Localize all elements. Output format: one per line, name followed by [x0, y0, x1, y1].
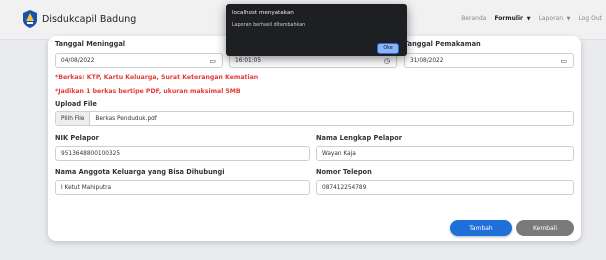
clock-icon[interactable]: ◷: [384, 57, 390, 65]
choose-file-button[interactable]: Pilih File: [56, 112, 91, 125]
nav-formulir[interactable]: Formulir ▼: [494, 15, 530, 22]
alert-dialog: localhost menyatakan Laporan berhasil di…: [226, 4, 407, 56]
nav-laporan[interactable]: Laporan ▼: [539, 15, 571, 22]
jam-value: 16:01:05: [235, 57, 262, 64]
nik-pelapor-value: 9513648800100325: [61, 150, 121, 157]
nomor-telepon-value: 087412254789: [322, 184, 367, 191]
nav-links: Beranda Formulir ▼ Laporan ▼ Log Out: [453, 15, 602, 22]
nav-formulir-label: Formulir: [494, 15, 523, 22]
caret-down-icon: ▼: [525, 16, 531, 22]
brand-title: Disdukcapil Badung: [42, 13, 137, 25]
nomor-telepon-input[interactable]: 087412254789: [316, 180, 574, 195]
file-name: Berkas Penduduk.pdf: [95, 115, 157, 122]
anggota-keluarga-value: I Ketut Mahiputra: [61, 184, 112, 191]
tambah-button[interactable]: Tambah: [450, 220, 512, 236]
nav-laporan-label: Laporan: [538, 15, 564, 22]
nik-pelapor-input[interactable]: 9513648800100325: [55, 146, 310, 161]
form-card: Tanggal Meninggal 04/08/2022 ▭ 16:01:05 …: [48, 36, 581, 241]
kembali-button[interactable]: Kembali: [516, 220, 574, 236]
anggota-keluarga-input[interactable]: I Ketut Mahiputra: [55, 180, 310, 195]
brand[interactable]: Disdukcapil Badung: [22, 10, 136, 28]
calendar-icon[interactable]: ▭: [209, 57, 216, 65]
dialog-ok-button[interactable]: Oke: [377, 43, 399, 54]
caret-down-icon: ▼: [565, 16, 571, 22]
tanggal-pemakaman-label: Tanggal Pemakaman: [404, 40, 481, 48]
nama-pelapor-label: Nama Lengkap Pelapor: [316, 134, 403, 142]
tanggal-pemakaman-value: 31/08/2022: [410, 57, 444, 64]
logo-icon: [23, 10, 37, 28]
tanggal-meninggal-value: 04/08/2022: [61, 57, 95, 64]
upload-label: Upload File: [55, 100, 97, 108]
tanggal-meninggal-input[interactable]: 04/08/2022 ▭: [55, 53, 223, 68]
pdf-note: *Jadikan 1 berkas bertipe PDF, ukuran ma…: [55, 88, 241, 95]
file-input[interactable]: Pilih File Berkas Penduduk.pdf: [55, 111, 574, 126]
nama-pelapor-value: Wayan Kaja: [322, 150, 356, 157]
nik-pelapor-label: NIK Pelapor: [55, 134, 99, 142]
dialog-message: Laporan berhasil ditambahkan: [232, 23, 306, 28]
nav-beranda[interactable]: Beranda: [461, 15, 486, 22]
nama-pelapor-input[interactable]: Wayan Kaja: [316, 146, 574, 161]
nomor-telepon-label: Nomor Telepon: [316, 168, 372, 176]
dialog-title: localhost menyatakan: [232, 10, 294, 16]
calendar-icon[interactable]: ▭: [560, 57, 567, 65]
anggota-keluarga-label: Nama Anggota Keluarga yang Bisa Dihubung…: [55, 168, 225, 176]
tanggal-pemakaman-input[interactable]: 31/08/2022 ▭: [404, 53, 574, 68]
nav-logout[interactable]: Log Out: [578, 15, 602, 22]
berkas-note: *Berkas: KTP, Kartu Keluarga, Surat Kete…: [55, 74, 259, 81]
tanggal-meninggal-label: Tanggal Meninggal: [55, 40, 126, 48]
